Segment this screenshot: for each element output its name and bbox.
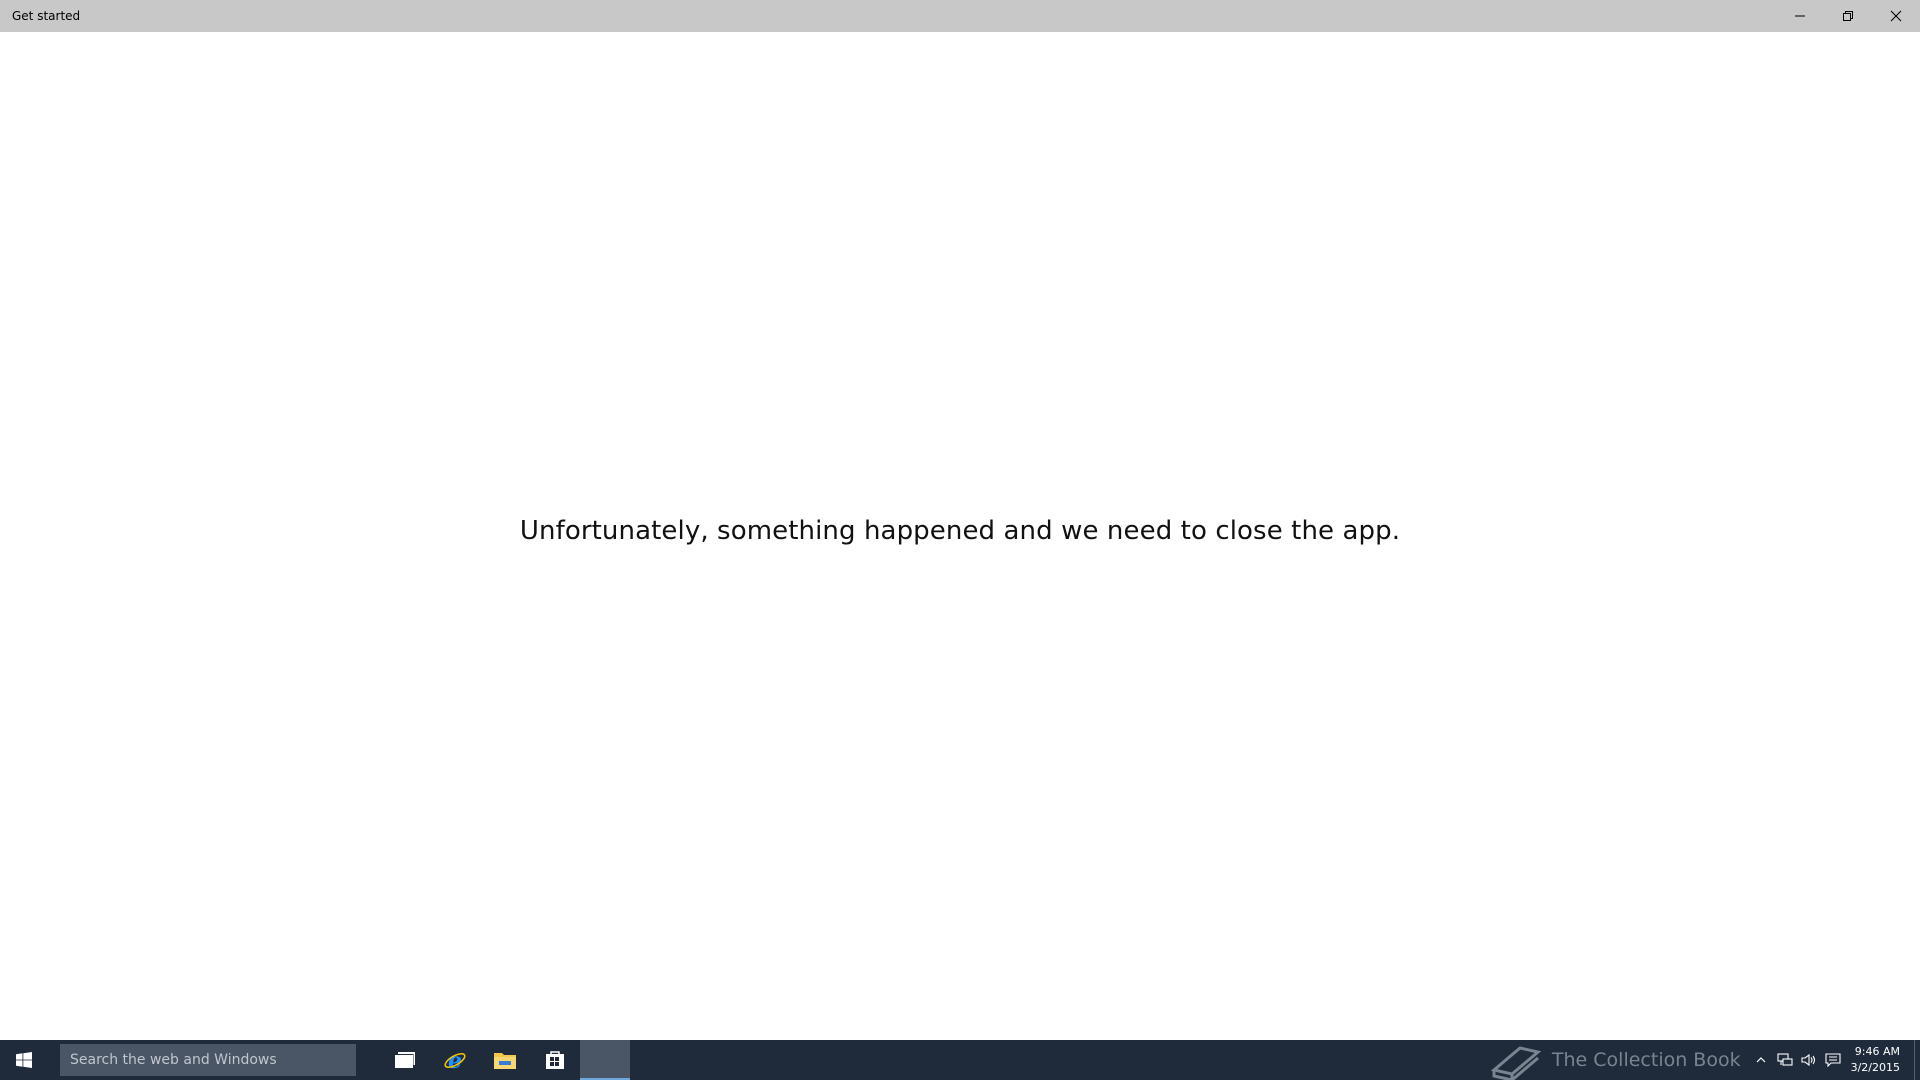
network-icon: [1777, 1053, 1793, 1066]
file-explorer-button[interactable]: [480, 1040, 530, 1080]
close-button[interactable]: [1872, 0, 1920, 32]
minimize-icon: [1795, 15, 1805, 17]
screen: Get started Unfortunately, something hap…: [0, 0, 1920, 1080]
minimize-button[interactable]: [1776, 0, 1824, 32]
internet-explorer-icon: e: [444, 1048, 466, 1072]
show-desktop-button[interactable]: [1914, 1040, 1920, 1080]
action-center-button[interactable]: [1821, 1040, 1845, 1080]
task-view-icon: [395, 1052, 415, 1068]
clock-date: 3/2/2015: [1850, 1061, 1900, 1074]
watermark: The Collection Book: [1490, 1040, 1741, 1080]
start-button[interactable]: [0, 1040, 48, 1080]
windows-logo-icon: [16, 1052, 32, 1068]
speaker-icon: [1801, 1053, 1815, 1067]
store-icon: [546, 1051, 564, 1069]
close-icon: [1890, 10, 1902, 22]
clock-time: 9:46 AM: [1854, 1045, 1900, 1058]
watermark-text: The Collection Book: [1551, 1049, 1741, 1071]
app-content: Unfortunately, something happened and we…: [0, 32, 1920, 1040]
volume-button[interactable]: [1797, 1040, 1821, 1080]
internet-explorer-button[interactable]: e: [430, 1040, 480, 1080]
store-button[interactable]: [530, 1040, 580, 1080]
window-title: Get started: [12, 9, 81, 23]
network-button[interactable]: [1773, 1040, 1797, 1080]
task-view-button[interactable]: [380, 1040, 430, 1080]
active-app-button[interactable]: [580, 1040, 630, 1080]
search-box[interactable]: [60, 1044, 356, 1076]
window-controls: [1776, 0, 1920, 32]
title-bar[interactable]: Get started: [0, 0, 1920, 32]
restore-icon: [1843, 11, 1853, 21]
message-icon: [1825, 1053, 1841, 1067]
pinned-apps: e: [380, 1040, 630, 1080]
error-message: Unfortunately, something happened and we…: [519, 516, 1401, 546]
chevron-up-icon: [1756, 1057, 1766, 1063]
book-icon: [1490, 1046, 1542, 1080]
file-explorer-icon: [494, 1053, 516, 1069]
svg-text:e: e: [448, 1048, 462, 1072]
search-input[interactable]: [68, 1051, 356, 1069]
taskbar: e: [0, 1040, 1920, 1080]
restore-button[interactable]: [1824, 0, 1872, 32]
clock[interactable]: 9:46 AM 3/2/2015: [1851, 1044, 1900, 1076]
show-hidden-icons-button[interactable]: [1749, 1040, 1773, 1080]
system-tray: The Collection Book 9:46 AM 3/2/2015: [1490, 1040, 1920, 1080]
